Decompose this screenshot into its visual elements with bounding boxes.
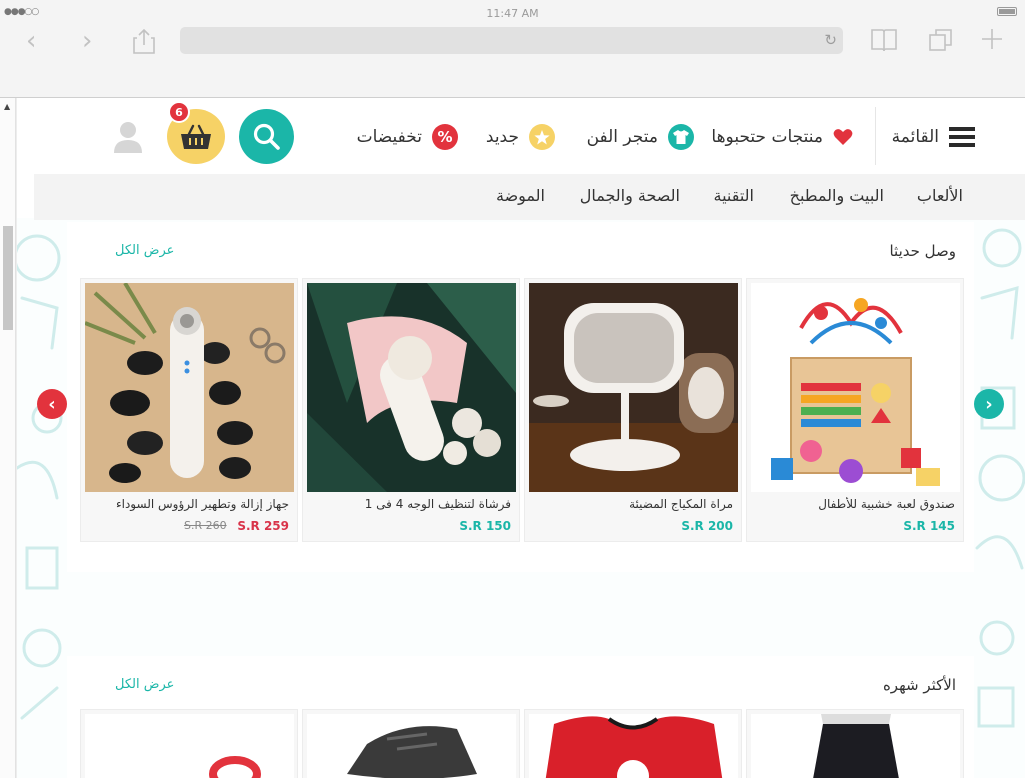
product-card[interactable]	[80, 709, 298, 778]
new-arrivals-section: وصل حديثا عرض الكل صندوق لعبة خشبية للأط…	[67, 222, 974, 572]
product-card[interactable]: صندوق لعبة خشبية للأطفال S.R 145	[746, 278, 964, 542]
product-card[interactable]	[524, 709, 742, 778]
product-price: S.R 200	[681, 519, 733, 533]
product-price: S.R 150	[459, 519, 511, 533]
best-sellers-section: الأكثر شهره عرض الكل	[67, 656, 974, 778]
search-button[interactable]	[239, 109, 294, 164]
category-home-kitchen[interactable]: البيت والمطبخ	[790, 186, 884, 205]
browser-chrome: ●●●○○ 11:47 AM ‹ › ↻	[0, 0, 1025, 98]
forward-icon[interactable]: ›	[82, 28, 92, 54]
carousel-next-button[interactable]: ›	[974, 389, 1004, 419]
product-image[interactable]	[529, 283, 738, 492]
category-bar: الألعاب البيت والمطبخ التقنية الصحة والج…	[34, 174, 1025, 220]
back-icon[interactable]: ‹	[26, 28, 36, 54]
carousel-prev-button[interactable]: ‹	[37, 389, 67, 419]
category-games[interactable]: الألعاب	[917, 186, 963, 205]
scroll-thumb[interactable]	[3, 226, 13, 330]
product-image[interactable]	[307, 714, 516, 778]
product-card[interactable]: مراة المكياج المضيئة S.R 200	[524, 278, 742, 542]
nav-divider	[875, 107, 876, 165]
hamburger-icon	[949, 127, 975, 147]
product-name[interactable]: جهاز إزالة وتطهير الرؤوس السوداء	[84, 497, 289, 511]
favorites-label: منتجات حتحبوها	[711, 127, 823, 147]
web-page: القائمة منتجات حتحبوها متجر الفن جديد تخ…	[17, 98, 1025, 778]
product-card[interactable]: فرشاة لتنظيف الوجه 4 فى 1 S.R 150	[302, 278, 520, 542]
percent-icon: %	[432, 124, 458, 150]
menu-label: القائمة	[891, 127, 939, 147]
chevron-left-icon: ‹	[48, 393, 56, 415]
product-name[interactable]: مراة المكياج المضيئة	[528, 497, 733, 511]
product-image[interactable]	[85, 714, 294, 778]
new-tab-icon[interactable]	[981, 28, 1003, 50]
discounts-label: تخفيضات	[356, 127, 422, 147]
art-store-label: متجر الفن	[586, 127, 658, 147]
art-store-link[interactable]: متجر الفن	[587, 122, 694, 152]
product-card[interactable]	[302, 709, 520, 778]
basket-icon	[181, 124, 211, 149]
section-title: وصل حديثا	[889, 242, 956, 260]
product-old-price: S.R 260	[184, 519, 227, 532]
cart-count-badge: 6	[168, 101, 190, 123]
product-name[interactable]: فرشاة لتنظيف الوجه 4 فى 1	[306, 497, 511, 511]
heart-icon	[833, 129, 853, 145]
product-price: S.R 145	[903, 519, 955, 533]
reload-icon[interactable]: ↻	[824, 31, 837, 49]
product-image[interactable]	[529, 714, 738, 778]
product-image[interactable]	[751, 283, 960, 492]
product-name[interactable]: صندوق لعبة خشبية للأطفال	[750, 497, 955, 511]
battery-icon	[997, 7, 1017, 16]
view-all-link[interactable]: عرض الكل	[115, 677, 174, 692]
new-link[interactable]: جديد	[486, 122, 555, 152]
discounts-link[interactable]: تخفيضات %	[357, 122, 458, 152]
address-bar[interactable]: ↻	[180, 27, 843, 54]
category-fashion[interactable]: الموضة	[496, 186, 545, 205]
menu-button[interactable]: القائمة	[892, 124, 975, 150]
section-title: الأكثر شهره	[882, 676, 956, 694]
scroll-up-arrow-icon[interactable]: ▲	[4, 102, 10, 111]
new-label: جديد	[485, 127, 519, 147]
chevron-right-icon: ›	[985, 393, 993, 415]
product-card[interactable]	[746, 709, 964, 778]
tshirt-icon	[668, 124, 694, 150]
status-time: 11:47 AM	[486, 7, 539, 20]
star-icon	[529, 124, 555, 150]
user-avatar-icon[interactable]	[114, 121, 142, 153]
top-navigation: القائمة منتجات حتحبوها متجر الفن جديد تخ…	[17, 98, 1025, 174]
category-tech[interactable]: التقنية	[714, 186, 754, 205]
favorites-link[interactable]: منتجات حتحبوها	[711, 122, 853, 152]
view-all-link[interactable]: عرض الكل	[115, 243, 174, 258]
product-image[interactable]	[751, 714, 960, 778]
product-sale-price: S.R 259	[237, 519, 289, 533]
scrollbar[interactable]: ▲	[0, 98, 16, 778]
category-health-beauty[interactable]: الصحة والجمال	[580, 186, 680, 205]
product-card[interactable]: جهاز إزالة وتطهير الرؤوس السوداء S.R 259…	[80, 278, 298, 542]
share-icon[interactable]	[133, 28, 155, 54]
bookmarks-icon[interactable]	[871, 28, 897, 52]
product-image[interactable]	[307, 283, 516, 492]
product-image[interactable]	[85, 283, 294, 492]
tabs-icon[interactable]	[929, 28, 953, 52]
search-icon	[253, 123, 280, 150]
